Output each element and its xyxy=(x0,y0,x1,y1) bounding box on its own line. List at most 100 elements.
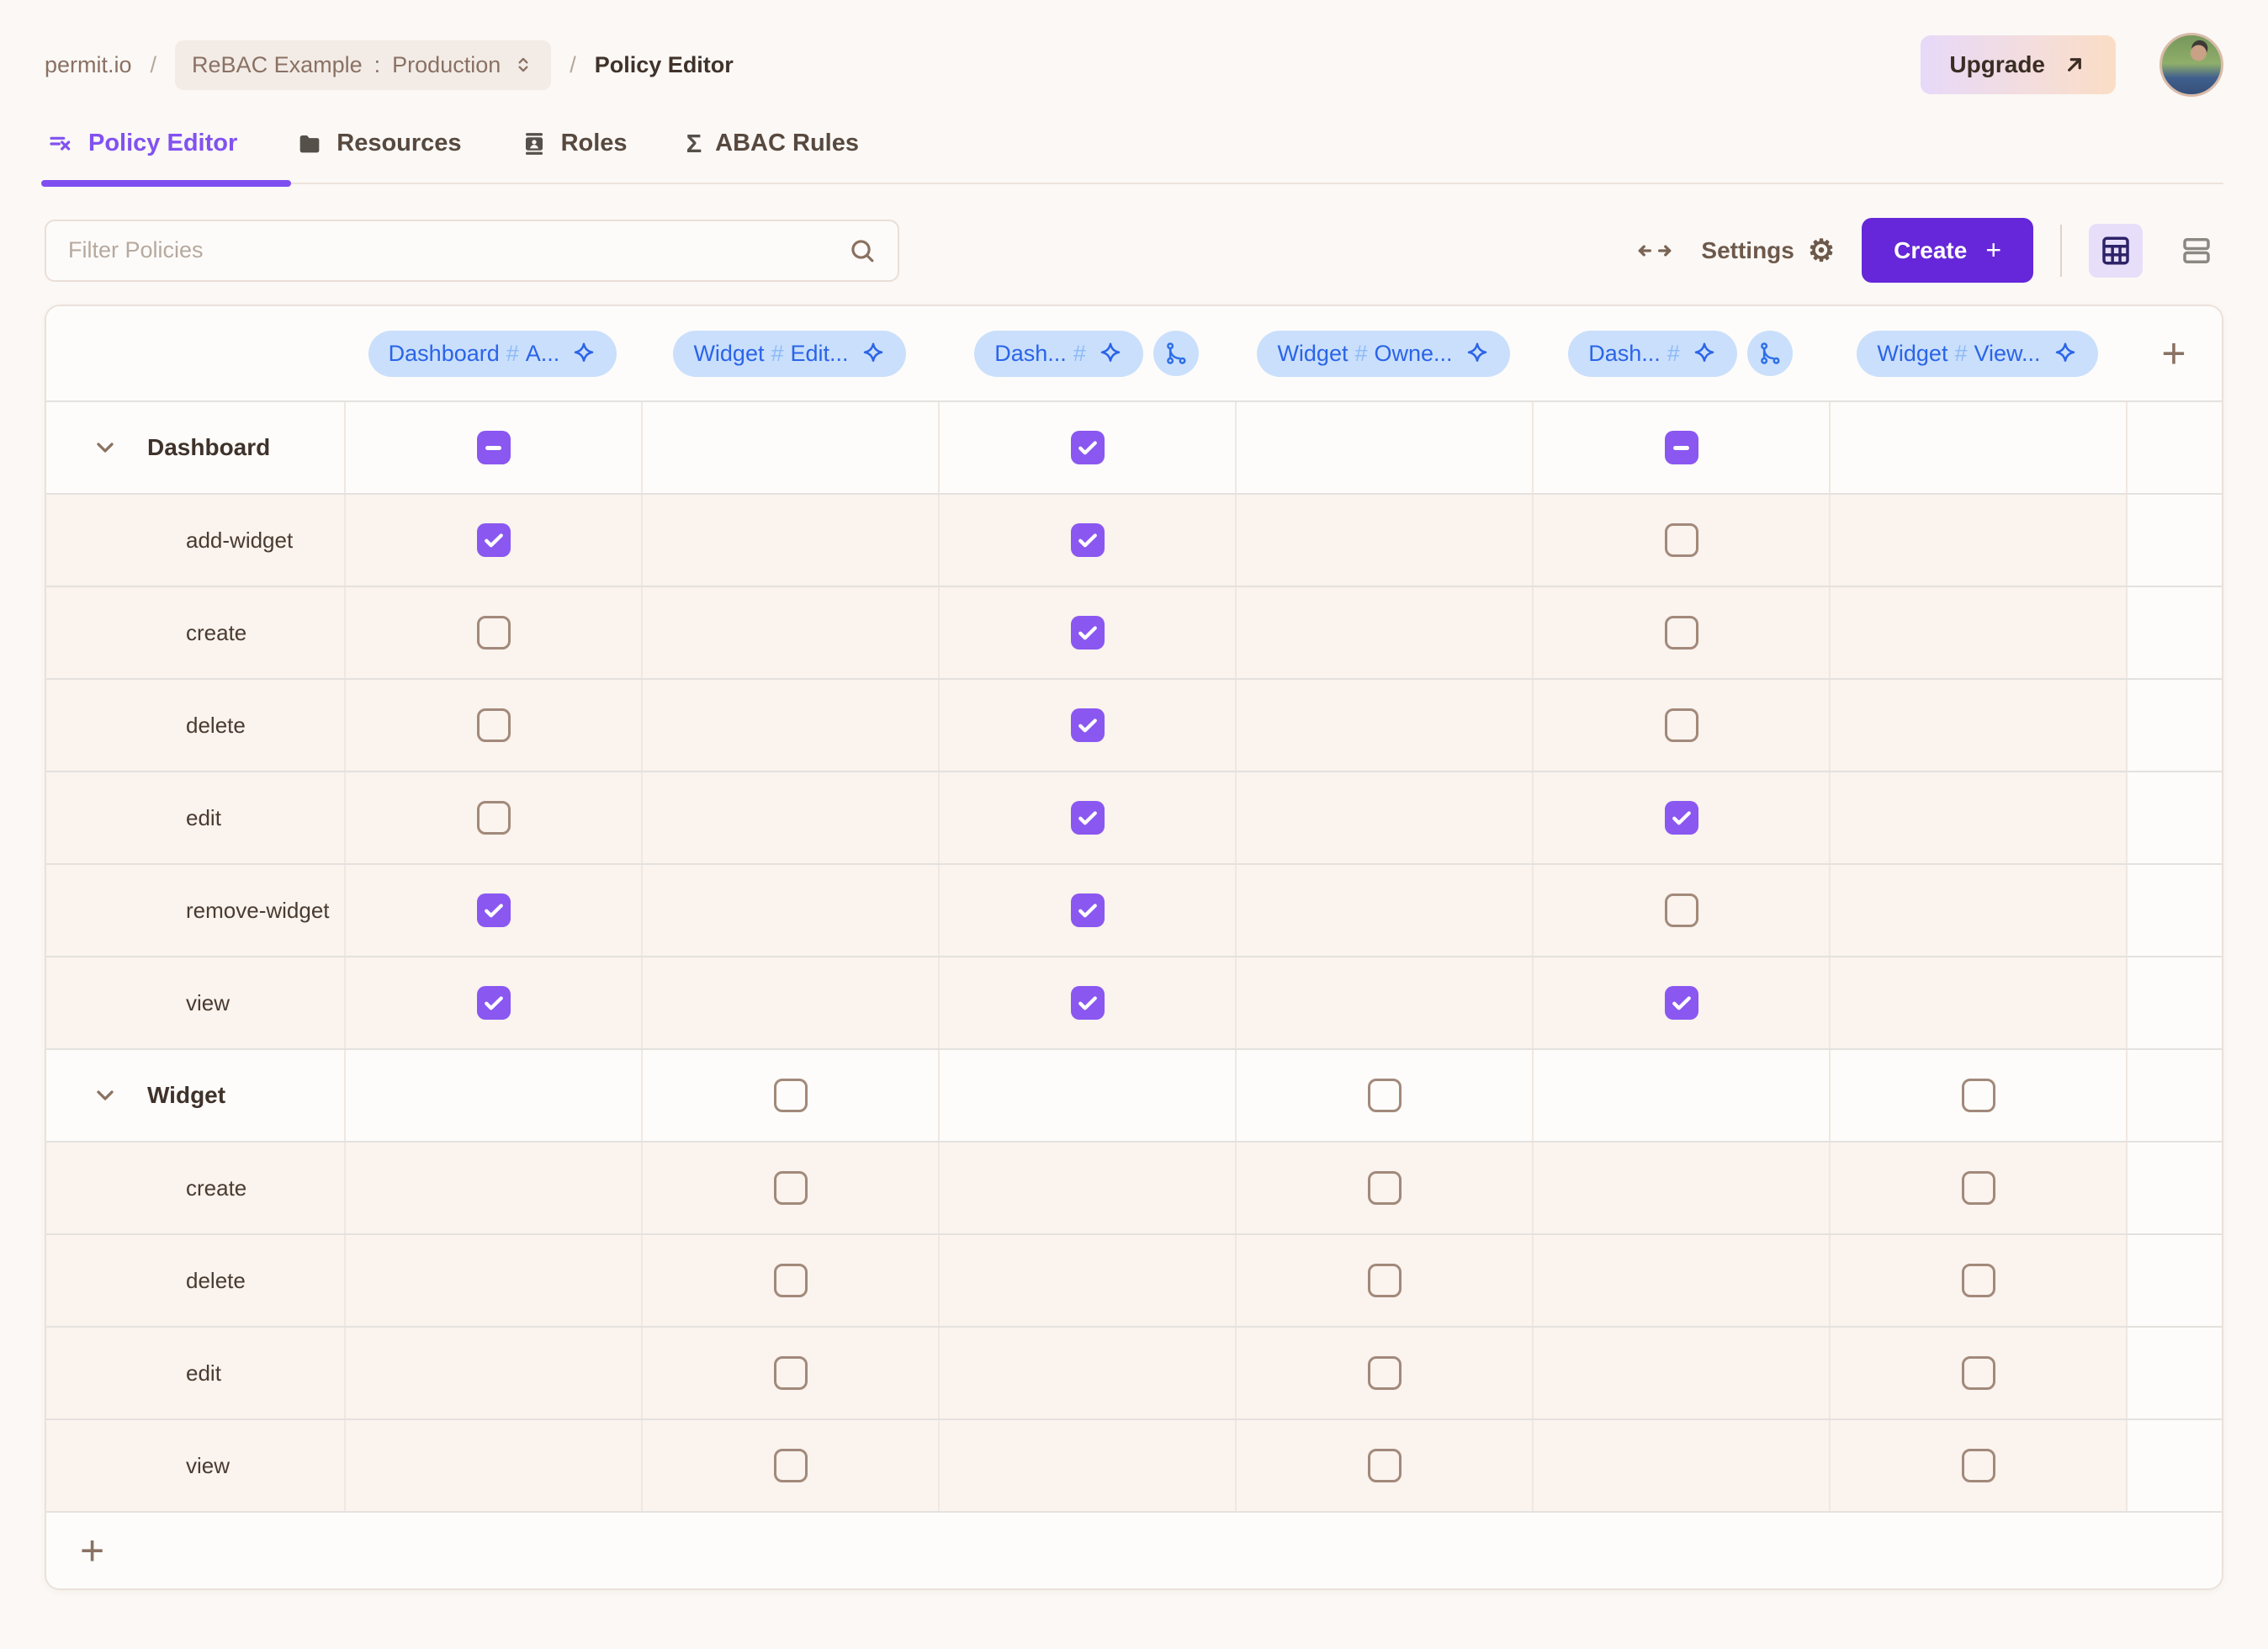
action-label-cell: delete xyxy=(46,680,344,771)
chevron-down-icon[interactable] xyxy=(92,1082,119,1109)
permission-cell xyxy=(641,1050,938,1141)
permission-cell xyxy=(1235,587,1532,678)
folder-icon xyxy=(296,130,323,157)
permission-cell xyxy=(641,1420,938,1511)
chevron-down-icon[interactable] xyxy=(92,434,119,461)
grid-view-toggle[interactable] xyxy=(2089,224,2143,278)
tab-roles[interactable]: Roles xyxy=(517,118,631,183)
permission-checkbox-unchecked[interactable] xyxy=(774,1079,808,1112)
permission-checkbox-unchecked[interactable] xyxy=(1368,1171,1402,1205)
arrow-up-right-icon xyxy=(2062,52,2087,77)
expand-columns-icon[interactable] xyxy=(1635,236,1674,265)
row-end-cell xyxy=(2126,957,2222,1048)
breadcrumb-org[interactable]: permit.io xyxy=(45,52,132,78)
permission-checkbox-unchecked[interactable] xyxy=(774,1449,808,1482)
policy-toolbar: Settings ⚙ Create + xyxy=(45,218,2223,283)
upgrade-button[interactable]: Upgrade xyxy=(1921,35,2116,94)
app: permit.io / ReBAC Example : Production /… xyxy=(0,0,2268,1590)
permission-checkbox-unchecked[interactable] xyxy=(774,1171,808,1205)
row-end-cell xyxy=(2126,1420,2222,1511)
role-pill[interactable]: Dashboard#A... xyxy=(368,331,617,377)
permission-cell xyxy=(641,587,938,678)
environment-selector[interactable]: ReBAC Example : Production xyxy=(175,40,551,90)
permission-checkbox-unchecked[interactable] xyxy=(1962,1356,1995,1390)
permission-cell xyxy=(641,680,938,771)
permission-cell xyxy=(1829,587,2126,678)
permission-cell xyxy=(641,865,938,956)
row-end-cell xyxy=(2126,772,2222,863)
permission-checkbox-checked[interactable] xyxy=(1071,616,1105,650)
permission-checkbox-unchecked[interactable] xyxy=(1368,1356,1402,1390)
role-pill[interactable]: Dash...# xyxy=(974,331,1143,377)
breadcrumb-page: Policy Editor xyxy=(595,52,734,78)
permission-cell xyxy=(1235,1050,1532,1141)
permission-checkbox-unchecked[interactable] xyxy=(1665,616,1698,650)
permission-cell xyxy=(938,587,1235,678)
permission-cell xyxy=(938,495,1235,586)
permission-checkbox-unchecked[interactable] xyxy=(1368,1264,1402,1297)
permission-cell xyxy=(938,865,1235,956)
permission-cell xyxy=(1235,495,1532,586)
avatar[interactable] xyxy=(2159,33,2223,97)
permission-checkbox-unchecked[interactable] xyxy=(477,616,511,650)
permission-cell xyxy=(1829,1143,2126,1233)
permission-checkbox-checked[interactable] xyxy=(1071,708,1105,742)
permission-checkbox-unchecked[interactable] xyxy=(1665,708,1698,742)
role-pill[interactable]: Widget#Owne... xyxy=(1257,331,1509,377)
permission-checkbox-checked[interactable] xyxy=(477,986,511,1020)
permission-checkbox-checked[interactable] xyxy=(1665,801,1698,835)
tab-label: Resources xyxy=(336,130,461,157)
role-pill[interactable]: Widget#Edit... xyxy=(673,331,905,377)
role-pill[interactable]: Dash...# xyxy=(1568,331,1737,377)
permission-checkbox-checked[interactable] xyxy=(1071,431,1105,464)
permission-checkbox-unchecked[interactable] xyxy=(774,1356,808,1390)
permission-cell xyxy=(641,1235,938,1326)
permission-checkbox-unchecked[interactable] xyxy=(1665,893,1698,927)
permission-checkbox-checked[interactable] xyxy=(1071,986,1105,1020)
permission-checkbox-checked[interactable] xyxy=(1071,523,1105,557)
row-end-cell xyxy=(2126,402,2222,493)
permission-checkbox-unchecked[interactable] xyxy=(1962,1171,1995,1205)
add-resource-row: + xyxy=(46,1511,2222,1588)
permission-checkbox-unchecked[interactable] xyxy=(774,1264,808,1297)
breadcrumb: permit.io / ReBAC Example : Production /… xyxy=(45,40,734,90)
sparkle-icon xyxy=(1098,341,1123,366)
create-button[interactable]: Create + xyxy=(1862,218,2033,283)
action-name: add-widget xyxy=(186,528,293,554)
permission-cell xyxy=(1829,1420,2126,1511)
tab-policy-editor[interactable]: Policy Editor xyxy=(45,118,241,183)
filter-policies-input[interactable] xyxy=(45,220,899,282)
tab-abac-rules[interactable]: Σ ABAC Rules xyxy=(683,118,862,183)
tab-resources[interactable]: Resources xyxy=(293,118,464,183)
permission-checkbox-checked[interactable] xyxy=(1665,986,1698,1020)
permission-checkbox-checked[interactable] xyxy=(477,523,511,557)
list-view-toggle[interactable] xyxy=(2170,224,2223,278)
permission-checkbox-unchecked[interactable] xyxy=(1368,1449,1402,1482)
permission-checkbox-unchecked[interactable] xyxy=(1962,1264,1995,1297)
chevron-up-down-icon xyxy=(512,54,534,76)
permission-cell xyxy=(1532,495,1829,586)
settings-button[interactable]: Settings ⚙ xyxy=(1701,236,1835,266)
permission-checkbox-unchecked[interactable] xyxy=(1368,1079,1402,1112)
permission-checkbox-checked[interactable] xyxy=(1071,893,1105,927)
action-label-cell: edit xyxy=(46,772,344,863)
permission-checkbox-checked[interactable] xyxy=(477,893,511,927)
permission-checkbox-unchecked[interactable] xyxy=(1962,1449,1995,1482)
action-label-cell: add-widget xyxy=(46,495,344,586)
project-name: ReBAC Example xyxy=(192,52,363,78)
add-resource-button[interactable]: + xyxy=(80,1530,104,1572)
permission-checkbox-checked[interactable] xyxy=(1071,801,1105,835)
permission-checkbox-unchecked[interactable] xyxy=(1962,1079,1995,1112)
permission-checkbox-indeterminate[interactable] xyxy=(1665,431,1698,464)
action-name: edit xyxy=(186,805,221,831)
action-row: add-widget xyxy=(46,493,2222,586)
permission-checkbox-indeterminate[interactable] xyxy=(477,431,511,464)
add-column-button[interactable]: + xyxy=(2161,332,2186,374)
action-name: create xyxy=(186,1175,246,1201)
permission-checkbox-unchecked[interactable] xyxy=(477,801,511,835)
permission-cell xyxy=(1532,865,1829,956)
permission-checkbox-unchecked[interactable] xyxy=(1665,523,1698,557)
permission-checkbox-unchecked[interactable] xyxy=(477,708,511,742)
role-pill[interactable]: Widget#View... xyxy=(1857,331,2097,377)
action-label-cell: view xyxy=(46,1420,344,1511)
